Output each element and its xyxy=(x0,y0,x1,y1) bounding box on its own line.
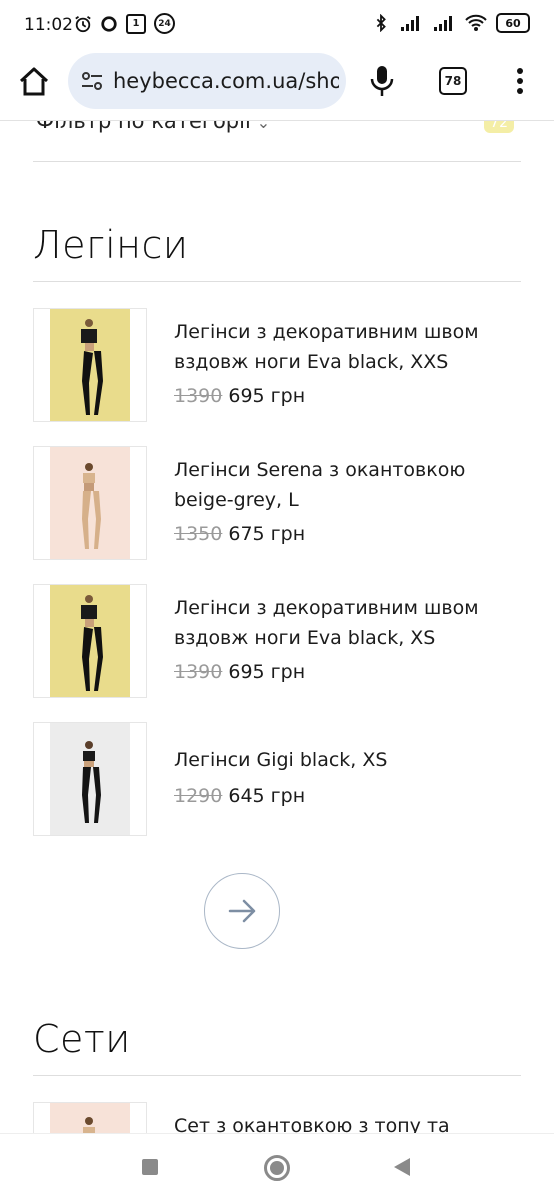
sale-price: 695 грн xyxy=(228,385,306,407)
filter-count-badge: 72 xyxy=(484,121,514,133)
arrow-right-icon xyxy=(228,899,256,923)
divider xyxy=(33,1075,521,1076)
old-price: 1390 xyxy=(174,385,223,407)
category-filter[interactable]: Фільтр по категорії ⌄ 72 xyxy=(36,121,522,149)
product-name[interactable]: Легінси Serena з окантовкою beige-grey, … xyxy=(174,455,519,515)
product-card[interactable]: Легінси Serena з окантовкою beige-grey, … xyxy=(33,446,521,560)
ring-icon xyxy=(101,15,117,32)
signal-icon xyxy=(401,16,419,31)
sale-price: 645 грн xyxy=(228,785,306,807)
bluetooth-icon xyxy=(376,14,386,32)
back-icon[interactable] xyxy=(394,1158,410,1176)
old-price: 1350 xyxy=(174,523,223,545)
site-settings-icon[interactable] xyxy=(80,69,104,93)
product-name[interactable]: Легінси з декоративним швом вздовж ноги … xyxy=(174,317,519,377)
product-image[interactable] xyxy=(33,446,147,560)
chevron-down-icon[interactable]: ⌄ xyxy=(257,121,270,132)
section-title-sets: Сети xyxy=(33,1017,131,1061)
tab-switcher-button[interactable]: 78 xyxy=(439,67,467,95)
product-name[interactable]: Сет з окантовкою з топу та xyxy=(174,1111,519,1133)
filter-label[interactable]: Фільтр по категорії xyxy=(36,121,251,133)
model-figure-icon xyxy=(81,319,103,415)
next-page-button[interactable] xyxy=(204,873,280,949)
battery-icon: 60 xyxy=(496,13,530,33)
product-card[interactable]: Легінси Gigi black, XS 1290 645 грн xyxy=(33,722,521,836)
more-menu-icon[interactable] xyxy=(510,66,530,96)
alarm-icon xyxy=(75,15,91,32)
address-bar[interactable]: heybecca.com.ua/sho xyxy=(68,53,346,109)
product-price: 1350 675 грн xyxy=(174,523,305,545)
signal-icon-2 xyxy=(434,16,452,31)
divider xyxy=(33,161,521,162)
product-card[interactable]: Легінси з декоративним швом вздовж ноги … xyxy=(33,584,521,698)
product-name[interactable]: Легінси Gigi black, XS xyxy=(174,745,519,775)
model-figure-icon xyxy=(82,741,101,823)
model-figure-icon xyxy=(83,1117,95,1133)
product-name[interactable]: Легінси з декоративним швом вздовж ноги … xyxy=(174,593,519,653)
microphone-icon[interactable] xyxy=(368,64,396,98)
sale-price: 695 грн xyxy=(228,661,306,683)
home-nav-icon[interactable] xyxy=(264,1155,290,1181)
recents-icon[interactable] xyxy=(142,1159,158,1175)
product-price: 1390 695 грн xyxy=(174,661,305,683)
wifi-icon xyxy=(465,14,487,31)
product-price: 1290 645 грн xyxy=(174,785,305,807)
product-image[interactable] xyxy=(33,1102,147,1133)
product-image[interactable] xyxy=(33,584,147,698)
product-card[interactable]: Легінси з декоративним швом вздовж ноги … xyxy=(33,308,521,422)
status-time: 11:02 xyxy=(24,15,73,35)
home-icon[interactable] xyxy=(16,64,52,100)
product-image[interactable] xyxy=(33,722,147,836)
model-figure-icon xyxy=(82,463,101,549)
product-card[interactable]: Сет з окантовкою з топу та xyxy=(33,1102,521,1133)
product-price: 1390 695 грн xyxy=(174,385,305,407)
section-title-leggings: Легінси xyxy=(33,223,189,267)
page-content: Фільтр по категорії ⌄ 72 Легінси Легінси … xyxy=(0,121,554,1133)
old-price: 1390 xyxy=(174,661,223,683)
status-bar: 11:02 1 24 60 xyxy=(0,0,554,50)
model-figure-icon xyxy=(81,595,103,691)
browser-toolbar: heybecca.com.ua/sho 78 xyxy=(0,50,554,121)
notification-badge-icon: 1 xyxy=(126,13,146,34)
system-nav-bar xyxy=(0,1133,554,1201)
sale-price: 675 грн xyxy=(228,523,306,545)
url-text[interactable]: heybecca.com.ua/sho xyxy=(113,69,339,93)
product-image[interactable] xyxy=(33,308,147,422)
divider xyxy=(33,281,521,282)
notification-count-icon: 24 xyxy=(154,13,175,34)
old-price: 1290 xyxy=(174,785,223,807)
